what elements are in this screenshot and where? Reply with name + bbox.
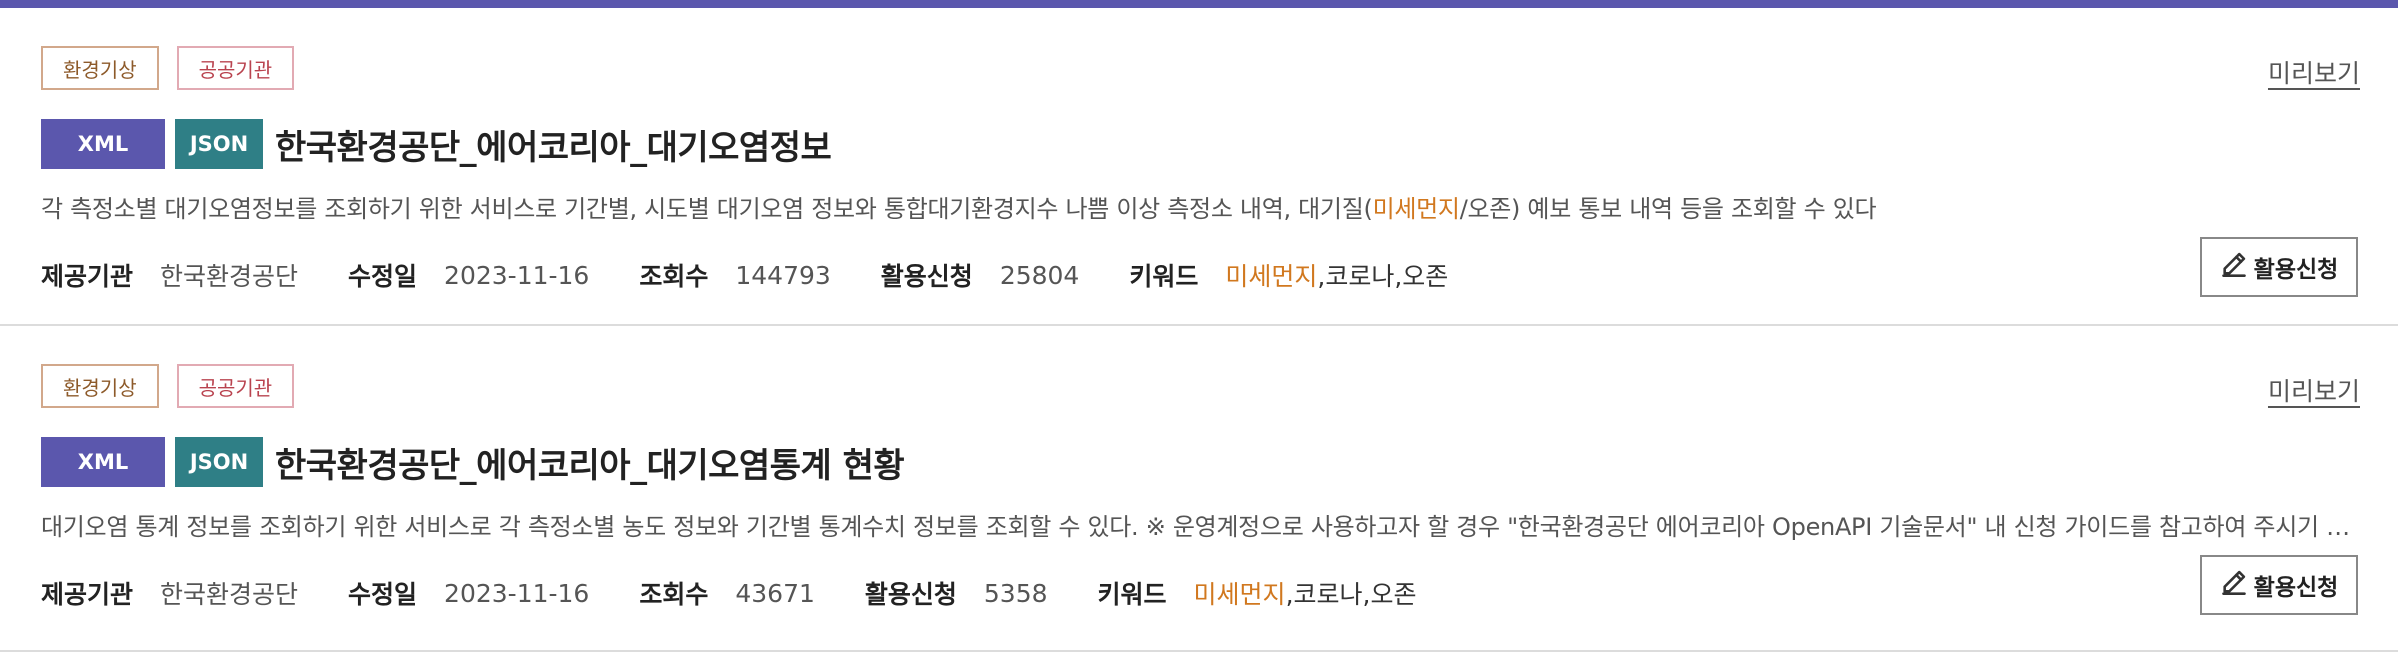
- description-text-end: /오존) 예보 통보 내역 등을 조회할 수 있다: [1459, 195, 1877, 223]
- dataset-card: 환경기상 공공기관 미리보기 XML JSON 한국환경공단_에어코리아_대기오…: [0, 8, 2398, 326]
- category-tag-public[interactable]: 공공기관: [176, 46, 295, 90]
- pencil-icon: [2220, 250, 2248, 284]
- keywords-value: 미세먼지,코로나,오존: [1225, 257, 1448, 293]
- views-value: 43671: [735, 578, 815, 608]
- category-tags: 환경기상 공공기관: [41, 364, 295, 408]
- format-badge-json: JSON: [175, 437, 263, 487]
- provider-value: 한국환경공단: [160, 580, 299, 609]
- dataset-title[interactable]: 한국환경공단_에어코리아_대기오염정보: [275, 120, 832, 169]
- description-highlight: 미세먼지: [1372, 195, 1460, 223]
- keywords-label: 키워드: [1129, 262, 1199, 291]
- apply-button[interactable]: 활용신청: [2200, 555, 2358, 615]
- modified-label: 수정일: [348, 262, 418, 291]
- dataset-meta: 제공기관 한국환경공단 수정일 2023-11-16 조회수 144793 활용…: [41, 257, 1448, 293]
- preview-link[interactable]: 미리보기: [2268, 372, 2360, 408]
- keywords-value: 미세먼지,코로나,오존: [1194, 575, 1417, 611]
- keyword-rest[interactable]: ,코로나,오존: [1317, 262, 1448, 291]
- applications-value: 25804: [999, 260, 1080, 290]
- modified-value: 2023-11-16: [444, 260, 590, 290]
- provider-label: 제공기관: [41, 262, 134, 291]
- applications-value: 5358: [983, 578, 1048, 608]
- provider-value: 한국환경공단: [160, 262, 299, 291]
- category-tag-env[interactable]: 환경기상: [41, 46, 159, 90]
- modified-label: 수정일: [348, 580, 418, 609]
- title-row: XML JSON 한국환경공단_에어코리아_대기오염통계 현황: [41, 437, 905, 487]
- format-badge-xml: XML: [41, 119, 165, 169]
- keyword-rest[interactable]: ,코로나,오존: [1286, 580, 1417, 609]
- dataset-card: 환경기상 공공기관 미리보기 XML JSON 한국환경공단_에어코리아_대기오…: [0, 326, 2398, 652]
- dataset-meta: 제공기관 한국환경공단 수정일 2023-11-16 조회수 43671 활용신…: [41, 575, 1416, 611]
- pencil-icon: [2220, 568, 2248, 602]
- views-label: 조회수: [639, 580, 709, 609]
- dataset-description: 대기오염 통계 정보를 조회하기 위한 서비스로 각 측정소별 농도 정보와 기…: [41, 507, 2351, 542]
- keyword-highlight[interactable]: 미세먼지: [1225, 262, 1317, 291]
- applications-label: 활용신청: [880, 262, 973, 291]
- format-badge-json: JSON: [175, 119, 263, 169]
- description-text: 대기오염 통계 정보를 조회하기 위한 서비스로 각 측정소별 농도 정보와 기…: [41, 513, 2351, 541]
- dataset-description: 각 측정소별 대기오염정보를 조회하기 위한 서비스로 기간별, 시도별 대기오…: [41, 189, 2351, 224]
- category-tags: 환경기상 공공기관: [41, 46, 295, 90]
- modified-value: 2023-11-16: [444, 578, 590, 608]
- apply-button-label: 활용신청: [2253, 574, 2339, 600]
- dataset-title[interactable]: 한국환경공단_에어코리아_대기오염통계 현황: [275, 438, 905, 487]
- apply-button[interactable]: 활용신청: [2200, 237, 2358, 297]
- apply-button-label: 활용신청: [2253, 256, 2339, 282]
- top-accent-bar: [0, 0, 2398, 8]
- applications-label: 활용신청: [864, 580, 957, 609]
- title-row: XML JSON 한국환경공단_에어코리아_대기오염정보: [41, 119, 832, 169]
- keywords-label: 키워드: [1097, 580, 1167, 609]
- format-badge-xml: XML: [41, 437, 165, 487]
- views-label: 조회수: [639, 262, 709, 291]
- category-tag-env[interactable]: 환경기상: [41, 364, 159, 408]
- views-value: 144793: [735, 260, 831, 290]
- preview-link[interactable]: 미리보기: [2268, 54, 2360, 90]
- provider-label: 제공기관: [41, 580, 134, 609]
- keyword-highlight[interactable]: 미세먼지: [1194, 580, 1286, 609]
- category-tag-public[interactable]: 공공기관: [176, 364, 295, 408]
- description-text: 각 측정소별 대기오염정보를 조회하기 위한 서비스로 기간별, 시도별 대기오…: [41, 195, 1373, 223]
